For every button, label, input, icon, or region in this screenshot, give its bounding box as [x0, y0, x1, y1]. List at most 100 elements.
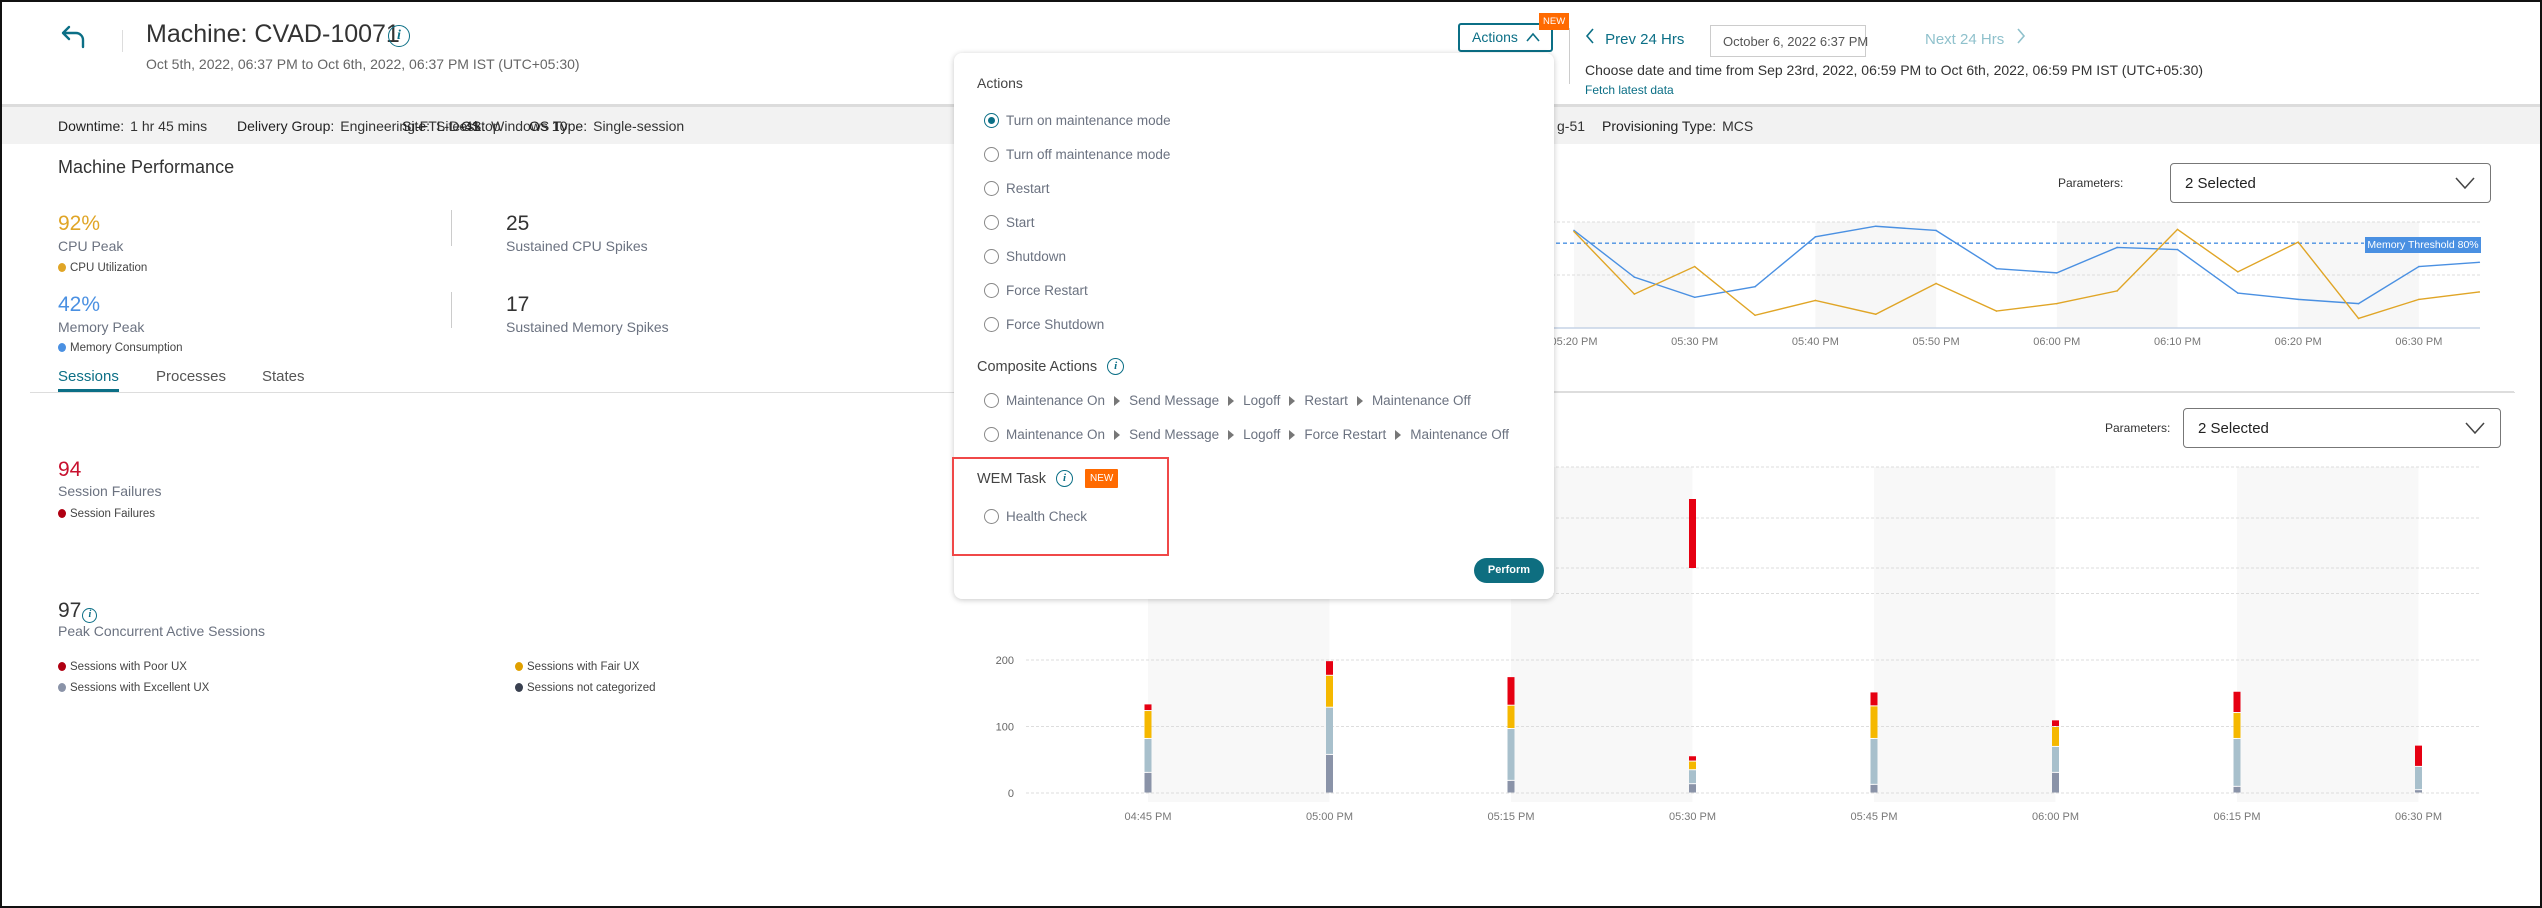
machine-details-page: Machine: CVAD-10071 i Oct 5th, 2022, 06:… [0, 0, 2542, 908]
composite-action-option[interactable]: Maintenance On Send Message Logoff Restart M… [984, 393, 1471, 408]
step-label: Maintenance Off [1371, 393, 1471, 408]
stacked-bar-segment [2052, 727, 2059, 746]
radio-icon[interactable] [984, 427, 999, 442]
option-label: Shutdown [1006, 249, 1067, 264]
data-point [1814, 299, 1817, 302]
step-label: Send Message [1129, 427, 1220, 442]
data-point [2116, 290, 2118, 292]
step-arrow-icon [1114, 429, 1121, 440]
step-label: Force Restart [1304, 427, 1387, 442]
action-option-force-restart[interactable]: Force Restart [984, 283, 1088, 298]
action-option-turn-on-maintenance-mode[interactable]: Turn on maintenance mode [984, 113, 1171, 128]
stacked-bar-segment [1326, 707, 1333, 754]
x-tick-label: 05:00 PM [1306, 811, 1353, 823]
chart-band [2237, 467, 2419, 802]
step-label: Logoff [1243, 393, 1281, 408]
stacked-bar-segment [2233, 738, 2241, 786]
radio-icon[interactable] [984, 113, 999, 128]
stacked-bar-segment [1507, 780, 1515, 793]
data-point [1995, 267, 1998, 270]
stacked-bar-segment [1144, 772, 1152, 793]
stacked-bar-segment [1144, 738, 1152, 772]
stacked-bar-segment [2415, 766, 2422, 790]
x-tick-label: 05:30 PM [1669, 811, 1716, 823]
data-point [2297, 298, 2299, 301]
perform-button[interactable]: Perform [1474, 558, 1544, 583]
stacked-bar-segment [1507, 705, 1515, 728]
radio-icon[interactable] [984, 215, 999, 230]
data-point [2237, 271, 2239, 273]
step-label: Restart [1304, 393, 1348, 408]
action-option-shutdown[interactable]: Shutdown [984, 249, 1066, 264]
stacked-bar-segment [1144, 711, 1152, 738]
stacked-bar-segment [2415, 790, 2422, 793]
x-tick-label: 06:00 PM [2032, 811, 2079, 823]
option-label: Force Shutdown [1006, 317, 1105, 332]
data-point [1754, 285, 1756, 288]
y-tick-label: 200 [996, 655, 1014, 667]
stacked-bar-segment [1326, 754, 1333, 793]
info-icon[interactable]: i [1107, 358, 1125, 375]
info-icon[interactable]: i [1056, 470, 1074, 487]
performance-line-chart: 05:20 PM 05:30 PM 05:40 PM 05:50 PM 06:00 PM… [1402, 221, 2481, 348]
radio-icon[interactable] [984, 509, 999, 524]
data-point [1754, 314, 1756, 317]
stacked-bar-segment [2233, 691, 2241, 713]
data-point [2418, 265, 2420, 268]
data-point [2478, 261, 2481, 264]
popup-title: Actions [977, 75, 1023, 91]
radio-icon[interactable] [984, 147, 999, 162]
data-point [2176, 248, 2179, 251]
actions-popup: Actions Turn on maintenance mode Turn off… [952, 53, 1554, 599]
x-tick-label: 06:20 PM [2275, 336, 2322, 348]
stacked-bar-segment [2052, 720, 2059, 726]
radio-icon[interactable] [984, 317, 999, 332]
step-arrow-icon [1289, 395, 1296, 406]
data-point [2056, 272, 2058, 274]
data-point [2357, 302, 2360, 305]
x-tick-label: 05:40 PM [1792, 336, 1839, 348]
x-tick-label: 06:00 PM [2033, 336, 2080, 348]
stacked-bar-segment [2415, 745, 2422, 766]
radio-icon[interactable] [984, 249, 999, 264]
stacked-bar-segment [1870, 784, 1878, 793]
data-point [1633, 276, 1636, 278]
data-point [1935, 282, 1937, 285]
stacked-bar-segment [1870, 738, 1878, 784]
stacked-bar-segment [2052, 772, 2059, 793]
option-label: Turn off maintenance mode [1006, 147, 1171, 162]
stacked-bar-segment [1689, 761, 1696, 770]
action-option-restart[interactable]: Restart [984, 181, 1050, 196]
data-point [1874, 225, 1877, 228]
action-option-force-shutdown[interactable]: Force Shutdown [984, 317, 1104, 332]
data-point [2237, 292, 2239, 294]
stacked-bar-segment [1144, 704, 1152, 711]
data-point [2056, 302, 2058, 305]
data-point [2418, 298, 2420, 301]
y-tick-label: 100 [996, 722, 1014, 734]
composite-action-option[interactable]: Maintenance On Send Message Logoff Force Re… [984, 427, 1509, 442]
step-arrow-icon [1356, 395, 1363, 406]
step-arrow-icon [1228, 395, 1235, 406]
stacked-bar-segment [1689, 770, 1696, 784]
stacked-bar-segment [1689, 756, 1696, 761]
option-label: Restart [1006, 181, 1050, 196]
option-label: Turn on maintenance mode [1006, 113, 1171, 128]
data-point [2116, 246, 2118, 249]
action-option-turn-off-maintenance-mode[interactable]: Turn off maintenance mode [984, 147, 1170, 162]
option-label: Start [1006, 215, 1035, 230]
stacked-bar-segment [1326, 675, 1333, 707]
step-label: Maintenance On [1006, 393, 1106, 408]
x-tick-label: 05:45 PM [1850, 811, 1897, 823]
radio-icon[interactable] [984, 181, 999, 196]
data-point [1573, 230, 1575, 233]
x-tick-label: 06:30 PM [2395, 336, 2442, 348]
stacked-bar-segment [1326, 661, 1333, 675]
option-label: Force Restart [1006, 283, 1088, 298]
radio-icon[interactable] [984, 283, 999, 298]
action-option-start[interactable]: Start [984, 215, 1035, 230]
wem-option-health-check[interactable]: Health Check [984, 509, 1087, 524]
radio-icon[interactable] [984, 393, 999, 408]
data-point [1874, 313, 1877, 316]
step-label: Send Message [1129, 393, 1220, 408]
